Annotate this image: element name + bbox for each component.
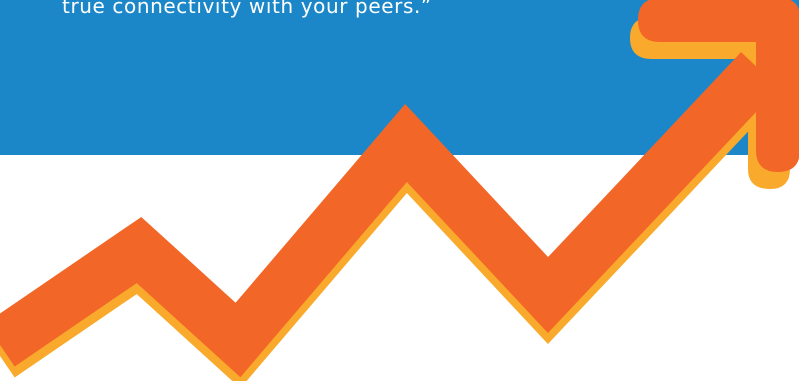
trend-up-arrow-icon [0,0,799,381]
hero-graphic: true connectivity with your peers.” [0,0,799,381]
